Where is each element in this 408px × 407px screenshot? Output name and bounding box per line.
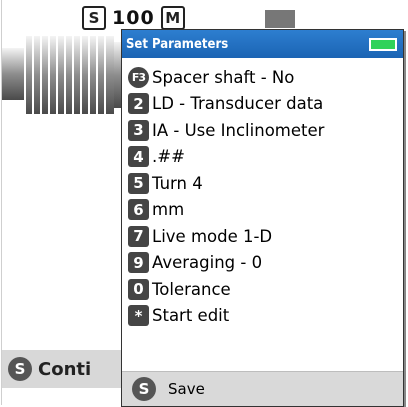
menu-item-turn[interactable]: 5 Turn 4 [122,170,403,197]
background-footer: S Conti [2,350,122,388]
f3-key-icon: F3 [128,66,149,88]
battery-icon [369,37,397,51]
menu-item-decimals[interactable]: 4 .## [122,144,403,171]
menu-item-tolerance[interactable]: 0 Tolerance [122,276,403,303]
parameter-list: F3 Spacer shaft - No 2 LD - Transducer d… [122,58,403,329]
background-indicator [265,10,295,28]
s-key-icon: S [132,377,156,401]
menu-item-live-mode[interactable]: 7 Live mode 1-D [122,223,403,250]
background-s-circle-icon: S [8,357,32,381]
menu-item-averaging[interactable]: 9 Averaging - 0 [122,250,403,277]
background-header: S 100 M [82,6,185,30]
background-footer-label: Conti [38,358,92,380]
key-9-icon: 9 [128,252,149,274]
menu-item-label: mm [152,200,185,220]
menu-item-label: .## [152,147,185,167]
menu-item-label: IA - Use Inclinometer [152,120,325,140]
set-parameters-dialog: Set Parameters F3 Spacer shaft - No 2 LD… [121,29,404,407]
dialog-title: Set Parameters [126,36,229,52]
menu-item-units[interactable]: 6 mm [122,197,403,224]
menu-item-label: Live mode 1-D [152,226,273,246]
menu-item-start-edit[interactable]: * Start edit [122,303,403,330]
menu-item-label: Averaging - 0 [152,253,263,273]
menu-item-label: Turn 4 [152,173,203,193]
menu-item-label: Spacer shaft - No [152,67,295,87]
menu-item-label: Start edit [152,306,230,326]
key-4-icon: 4 [128,146,149,168]
menu-item-spacer-shaft[interactable]: F3 Spacer shaft - No [122,64,403,91]
star-key-icon: * [128,305,149,327]
menu-item-label: LD - Transducer data [152,94,324,114]
dialog-titlebar: Set Parameters [122,30,403,58]
key-0-icon: 0 [128,278,149,300]
motor-icon [2,36,132,114]
dialog-footer: S Save [122,371,403,406]
key-6-icon: 6 [128,199,149,221]
key-7-icon: 7 [128,225,149,247]
key-5-icon: 5 [128,172,149,194]
key-2-icon: 2 [128,93,149,115]
menu-item-label: Tolerance [152,279,231,299]
menu-item-inclinometer[interactable]: 3 IA - Use Inclinometer [122,117,403,144]
menu-item-transducer-data[interactable]: 2 LD - Transducer data [122,91,403,118]
save-button[interactable]: Save [168,380,205,398]
background-unit-key: M [160,6,185,30]
background-value: 100 [112,7,155,29]
background-s-key: S [82,6,106,30]
key-3-icon: 3 [128,119,149,141]
